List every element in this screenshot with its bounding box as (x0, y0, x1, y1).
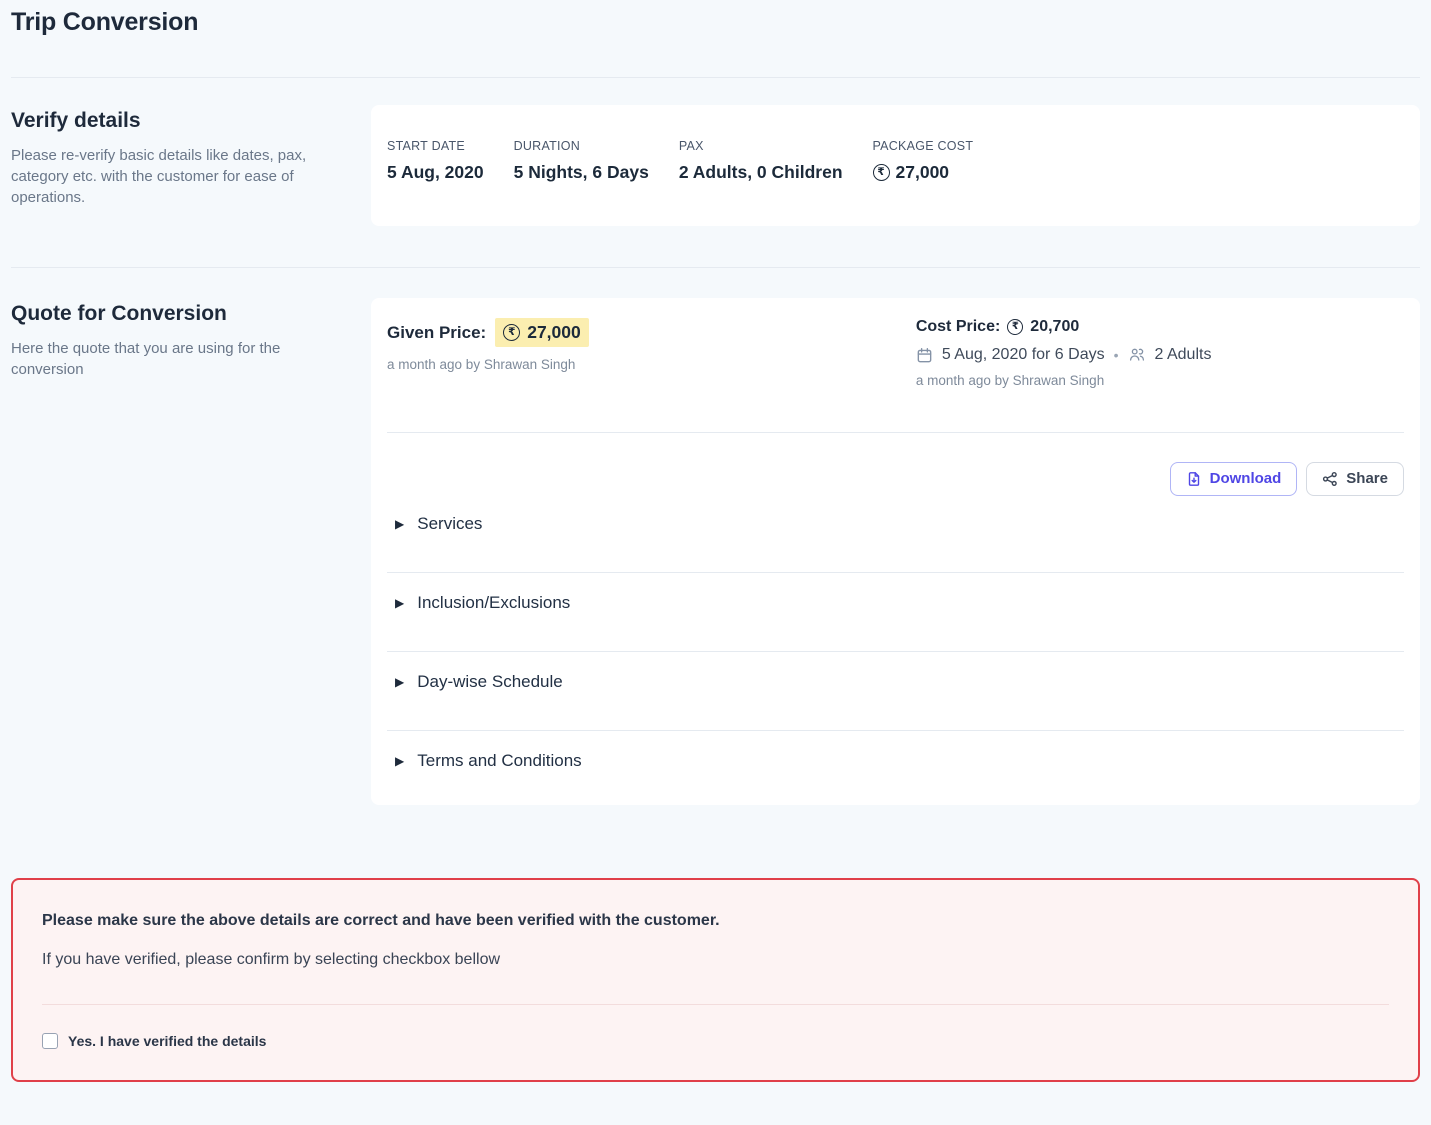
price-row: Given Price: ₹ 27,000 a month ago by Shr… (387, 318, 1404, 388)
cost-price-amount: 20,700 (1030, 318, 1079, 336)
cost-price-label: Cost Price: (916, 318, 1000, 336)
quote-actions-row: Download Share (387, 462, 1404, 496)
alert-line1: Please make sure the above details are c… (42, 912, 1389, 930)
alert-divider (42, 1004, 1389, 1005)
given-price-meta: a month ago by Shrawan Singh (387, 357, 916, 372)
caret-right-icon: ▶ (395, 597, 404, 609)
quote-card-divider (387, 432, 1404, 433)
verify-details-intro: Verify details Please re-verify basic de… (11, 105, 371, 208)
file-download-icon (1186, 471, 1202, 487)
given-price-line: Given Price: ₹ 27,000 (387, 318, 916, 347)
caret-right-icon: ▶ (395, 755, 404, 767)
quote-description: Here the quote that you are using for th… (11, 338, 321, 380)
stat-label: START DATE (387, 139, 484, 153)
download-button[interactable]: Download (1170, 462, 1298, 496)
stat-start-date: START DATE 5 Aug, 2020 (387, 139, 484, 183)
caret-right-icon: ▶ (395, 518, 404, 530)
alert-line2: If you have verified, please confirm by … (42, 951, 1389, 969)
accordion-services: ▶ Services (387, 504, 1404, 573)
quote-accordions: ▶ Services ▶ Inclusion/Exclusions ▶ Day-… (387, 504, 1404, 785)
stat-package-cost: PACKAGE COST ₹ 27,000 (873, 139, 974, 183)
verify-confirm-checkbox[interactable] (42, 1033, 58, 1049)
cost-price-line: Cost Price: ₹ 20,700 (916, 318, 1404, 336)
quote-intro: Quote for Conversion Here the quote that… (11, 298, 371, 380)
stat-value: 5 Nights, 6 Days (514, 162, 649, 183)
bullet-separator: • (1114, 347, 1119, 363)
spacer (11, 226, 1420, 267)
verify-confirm-label: Yes. I have verified the details (68, 1033, 266, 1049)
accordion-terms-and-conditions: ▶ Terms and Conditions (387, 731, 1404, 785)
rupee-circle-icon: ₹ (873, 164, 890, 181)
accordion-day-wise-schedule: ▶ Day-wise Schedule (387, 652, 1404, 731)
stat-label: DURATION (514, 139, 649, 153)
cost-date-text: 5 Aug, 2020 for 6 Days (942, 346, 1105, 364)
verification-alert: Please make sure the above details are c… (11, 878, 1420, 1082)
share-button[interactable]: Share (1306, 462, 1404, 496)
accordion-inclusion-exclusions-toggle[interactable]: ▶ Inclusion/Exclusions (395, 593, 1396, 613)
stat-label: PAX (679, 139, 843, 153)
accordion-day-wise-schedule-toggle[interactable]: ▶ Day-wise Schedule (395, 672, 1396, 692)
calendar-icon (916, 347, 933, 364)
page-title: Trip Conversion (11, 8, 1420, 37)
verify-details-section: Verify details Please re-verify basic de… (11, 78, 1420, 226)
package-cost-amount: 27,000 (896, 162, 950, 183)
accordion-inclusion-exclusions: ▶ Inclusion/Exclusions (387, 573, 1404, 652)
share-button-label: Share (1346, 470, 1388, 488)
share-icon (1322, 471, 1338, 487)
verify-confirm-row[interactable]: Yes. I have verified the details (42, 1033, 1389, 1049)
accordion-title: Day-wise Schedule (417, 672, 563, 692)
accordion-title: Terms and Conditions (417, 751, 581, 771)
stat-label: PACKAGE COST (873, 139, 974, 153)
accordion-terms-and-conditions-toggle[interactable]: ▶ Terms and Conditions (395, 751, 1396, 771)
given-price-highlight: ₹ 27,000 (495, 318, 589, 347)
stat-pax: PAX 2 Adults, 0 Children (679, 139, 843, 183)
cost-price-meta: a month ago by Shrawan Singh (916, 373, 1404, 388)
quote-for-conversion-section: Quote for Conversion Here the quote that… (11, 268, 1420, 805)
trip-summary-card: START DATE 5 Aug, 2020 DURATION 5 Nights… (371, 105, 1420, 226)
given-price-label: Given Price: (387, 323, 486, 343)
given-price-block: Given Price: ₹ 27,000 a month ago by Shr… (387, 318, 916, 388)
quote-card: Given Price: ₹ 27,000 a month ago by Shr… (371, 298, 1420, 805)
rupee-circle-icon: ₹ (503, 324, 520, 341)
users-icon (1128, 346, 1146, 364)
accordion-title: Services (417, 514, 482, 534)
download-button-label: Download (1210, 470, 1282, 488)
verify-details-heading: Verify details (11, 109, 371, 133)
trip-stats-row: START DATE 5 Aug, 2020 DURATION 5 Nights… (387, 139, 1404, 183)
accordion-services-toggle[interactable]: ▶ Services (395, 514, 1396, 534)
stat-value: 2 Adults, 0 Children (679, 162, 843, 183)
rupee-circle-icon: ₹ (1007, 319, 1023, 335)
stat-value: 5 Aug, 2020 (387, 162, 484, 183)
accordion-title: Inclusion/Exclusions (417, 593, 570, 613)
given-price-amount: 27,000 (527, 322, 581, 343)
verify-details-description: Please re-verify basic details like date… (11, 145, 331, 208)
caret-right-icon: ▶ (395, 676, 404, 688)
stat-duration: DURATION 5 Nights, 6 Days (514, 139, 649, 183)
stat-value: ₹ 27,000 (873, 162, 974, 183)
trip-conversion-page: Trip Conversion Verify details Please re… (0, 0, 1431, 1099)
cost-pax-text: 2 Adults (1155, 346, 1212, 364)
quote-heading: Quote for Conversion (11, 302, 371, 326)
cost-detail-line: 5 Aug, 2020 for 6 Days • 2 Adults (916, 346, 1404, 364)
cost-price-block: Cost Price: ₹ 20,700 5 Aug, 2020 for 6 D… (916, 318, 1404, 388)
